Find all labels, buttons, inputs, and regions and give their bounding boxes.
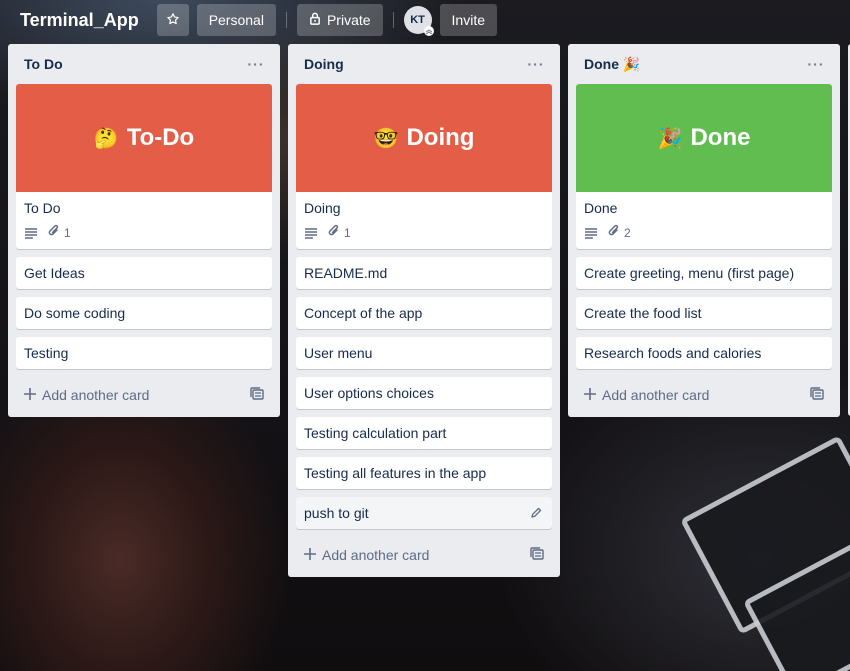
attachment-count: 1 <box>64 225 71 240</box>
list-card[interactable]: Create greeting, menu (first page) <box>576 257 832 289</box>
list-card[interactable]: Testing all features in the app <box>296 457 552 489</box>
card-title: README.md <box>304 265 388 281</box>
list-menu-icon[interactable]: ··· <box>244 52 268 76</box>
header-divider <box>285 12 287 28</box>
card-badges: 1 <box>296 224 552 249</box>
list-to-do: To Do ··· 🤔 To-Do To Do 1 Get Ideas Do s… <box>8 44 280 417</box>
description-icon <box>304 227 318 239</box>
list-card[interactable]: Testing <box>16 337 272 369</box>
list-card[interactable]: Concept of the app <box>296 297 552 329</box>
cover-card[interactable]: 🎉 Done Done 2 <box>576 84 832 249</box>
list-title[interactable]: Done 🎉 <box>584 56 640 73</box>
card-title: Create the food list <box>584 305 702 321</box>
star-button[interactable] <box>156 4 189 36</box>
paperclip-icon <box>608 224 620 241</box>
list-card[interactable]: README.md <box>296 257 552 289</box>
add-card-label: Add another card <box>602 387 710 403</box>
star-icon <box>166 12 180 29</box>
header-divider <box>392 12 394 28</box>
card-badges: 1 <box>16 224 272 249</box>
card-title: Create greeting, menu (first page) <box>584 265 795 281</box>
thinking-face-icon: 🤔 <box>93 127 119 150</box>
list-title[interactable]: To Do <box>24 56 63 72</box>
list-header: To Do ··· <box>16 44 272 84</box>
attachment-count: 2 <box>624 225 631 240</box>
template-icon[interactable] <box>250 386 264 404</box>
card-title: User options choices <box>304 385 434 401</box>
lock-icon <box>309 12 321 28</box>
list-header: Done 🎉 ··· <box>576 44 832 84</box>
card-title: push to git <box>304 505 369 521</box>
card-cover: 🤔 To-Do <box>16 84 272 192</box>
card-title: User menu <box>304 345 373 361</box>
template-icon[interactable] <box>810 386 824 404</box>
list-title[interactable]: Doing <box>304 56 344 72</box>
plus-icon <box>24 387 36 403</box>
attachment-count: 1 <box>344 225 351 240</box>
workspace-button[interactable]: Personal <box>196 4 276 36</box>
add-card-label: Add another card <box>322 547 430 563</box>
card-title: Concept of the app <box>304 305 423 321</box>
list-doing: Doing ··· 🤓 Doing Doing 1 README.md Conc… <box>288 44 560 577</box>
add-card-button[interactable]: Add another card <box>576 377 832 413</box>
add-card-button[interactable]: Add another card <box>16 377 272 413</box>
cover-text: To-Do <box>126 124 195 151</box>
card-badges: 2 <box>576 224 832 249</box>
board-title[interactable]: Terminal_App <box>20 10 139 31</box>
cover-text: Done <box>690 124 751 151</box>
visibility-button[interactable]: Private <box>296 4 383 36</box>
workspace-label: Personal <box>208 12 264 28</box>
card-cover: 🤓 Doing <box>296 84 552 192</box>
template-icon[interactable] <box>530 546 544 564</box>
add-card-button[interactable]: Add another card <box>296 537 552 573</box>
card-cover: 🎉 Done <box>576 84 832 192</box>
list-card[interactable]: push to git <box>296 497 552 529</box>
paperclip-icon <box>328 224 340 241</box>
list-menu-icon[interactable]: ··· <box>804 52 828 76</box>
card-title: Do some coding <box>24 305 126 321</box>
cover-card[interactable]: 🤔 To-Do To Do 1 <box>16 84 272 249</box>
attachment-badge: 2 <box>608 224 631 241</box>
add-card-label: Add another card <box>42 387 150 403</box>
list-header: Doing ··· <box>296 44 552 84</box>
attachment-badge: 1 <box>328 224 351 241</box>
list-card[interactable]: Do some coding <box>16 297 272 329</box>
cover-card[interactable]: 🤓 Doing Doing 1 <box>296 84 552 249</box>
list-card[interactable]: Research foods and calories <box>576 337 832 369</box>
attachment-badge: 1 <box>48 224 71 241</box>
plus-icon <box>584 387 596 403</box>
card-title: Doing <box>304 200 341 216</box>
invite-label: Invite <box>451 12 485 28</box>
list-done: Done 🎉 ··· 🎉 Done Done 2 Create greeting… <box>568 44 840 417</box>
list-card[interactable]: User options choices <box>296 377 552 409</box>
card-title: Get Ideas <box>24 265 85 281</box>
card-title: Testing <box>24 345 69 361</box>
plus-icon <box>304 547 316 563</box>
card-title: To Do <box>24 200 61 216</box>
list-card[interactable]: Get Ideas <box>16 257 272 289</box>
paperclip-icon <box>48 224 60 241</box>
cover-text: Doing <box>406 124 475 151</box>
invite-button[interactable]: Invite <box>439 4 497 36</box>
avatar-initials: KT <box>410 14 425 26</box>
pencil-icon[interactable] <box>526 503 546 523</box>
card-title: Done <box>584 200 618 216</box>
nerd-face-icon: 🤓 <box>373 127 399 150</box>
list-menu-icon[interactable]: ··· <box>524 52 548 76</box>
visibility-label: Private <box>326 12 371 28</box>
description-icon <box>584 227 598 239</box>
list-card[interactable]: User menu <box>296 337 552 369</box>
member-avatar[interactable]: KT <box>403 6 434 36</box>
description-icon <box>24 227 38 239</box>
card-title: Testing all features in the app <box>304 465 487 481</box>
card-title: Testing calculation part <box>304 425 447 441</box>
board-header: Terminal_App Personal Private KT Invite <box>0 0 850 40</box>
card-title: Research foods and calories <box>584 345 762 361</box>
list-card[interactable]: Create the food list <box>576 297 832 329</box>
list-card[interactable]: Testing calculation part <box>296 417 552 449</box>
admin-chevron-icon <box>423 26 434 36</box>
party-popper-icon: 🎉 <box>622 55 641 72</box>
party-popper-icon: 🎉 <box>657 127 683 150</box>
